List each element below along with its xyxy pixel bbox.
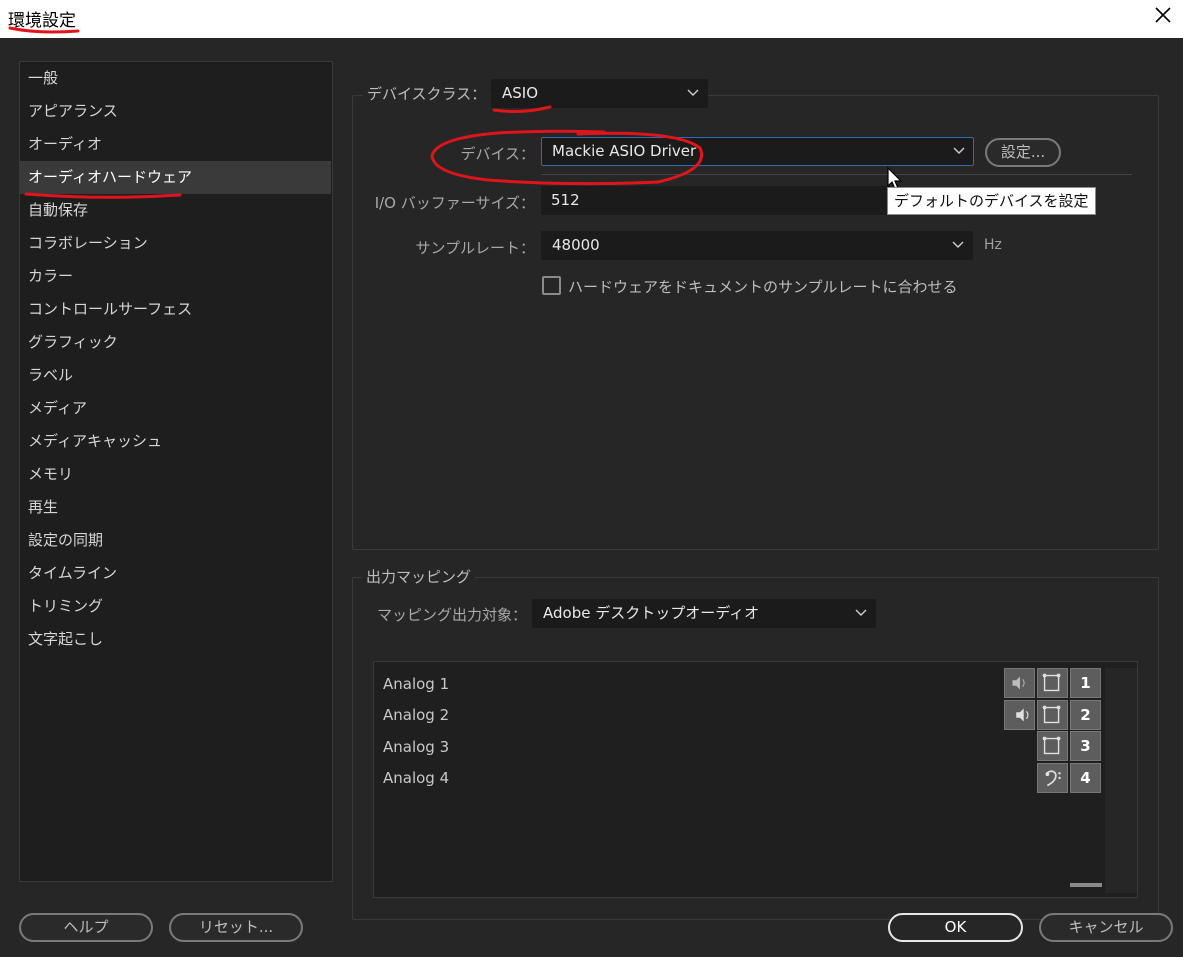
device-dropdown[interactable]: Mackie ASIO Driver xyxy=(541,137,974,166)
sidebar-item-auto-save[interactable]: 自動保存 xyxy=(20,194,331,227)
list-item[interactable]: Analog 1 xyxy=(383,675,449,693)
device-label: デバイス： xyxy=(460,145,535,163)
sidebar-item-media[interactable]: メディア xyxy=(20,392,331,425)
sidebar-item-collaboration[interactable]: コラボレーション xyxy=(20,227,331,260)
scrollbar-thumb[interactable] xyxy=(1070,883,1102,887)
sample-rate-unit: Hz xyxy=(984,237,1002,253)
sidebar-item-transcription[interactable]: 文字起こし xyxy=(20,623,331,656)
sidebar-item-trimming[interactable]: トリミング xyxy=(20,590,331,623)
device-class-label: デバイスクラス： xyxy=(363,83,491,104)
close-icon[interactable] xyxy=(1151,3,1175,27)
help-button[interactable]: ヘルプ xyxy=(19,913,153,942)
device-settings-button[interactable]: 設定... xyxy=(985,138,1061,167)
sidebar-item-appearance[interactable]: アピアランス xyxy=(20,95,331,128)
chevron-down-icon xyxy=(855,609,867,616)
channel-number-button[interactable]: 3 xyxy=(1070,731,1101,761)
sample-rate-value: 48000 xyxy=(552,236,600,254)
speaker-left-icon[interactable] xyxy=(1004,668,1035,698)
mapping-target-label: マッピング出力対象： xyxy=(376,606,527,624)
output-mapping-list: Analog 1 Analog 2 Analog 3 Analog 4 1 2 … xyxy=(373,661,1138,898)
device-class-dropdown[interactable]: ASIO xyxy=(491,79,708,108)
title-bar: 環境設定 xyxy=(0,0,1183,38)
buffer-size-field[interactable]: 512 xyxy=(541,186,891,215)
sidebar-item-playback[interactable]: 再生 xyxy=(20,491,331,524)
speaker-right-icon[interactable] xyxy=(1004,700,1035,730)
chevron-down-icon xyxy=(953,147,965,154)
match-sample-rate-label: ハードウェアをドキュメントのサンプルレートに合わせる xyxy=(568,278,958,296)
window-title: 環境設定 xyxy=(8,11,76,31)
bass-clef-icon[interactable] xyxy=(1037,763,1068,793)
sample-rate-dropdown[interactable]: 48000 xyxy=(541,231,973,260)
reset-button[interactable]: リセット... xyxy=(169,913,303,942)
sidebar-item-control-surface[interactable]: コントロールサーフェス xyxy=(20,293,331,326)
preferences-category-list: 一般 アピアランス オーディオ オーディオハードウェア 自動保存 コラボレーショ… xyxy=(19,61,333,882)
sidebar-item-labels[interactable]: ラベル xyxy=(20,359,331,392)
sidebar-item-media-cache[interactable]: メディアキャッシュ xyxy=(20,425,331,458)
chevron-down-icon xyxy=(952,241,964,248)
sidebar-item-memory[interactable]: メモリ xyxy=(20,458,331,491)
channel-frame-icon[interactable] xyxy=(1037,668,1068,698)
device-value: Mackie ASIO Driver xyxy=(552,142,697,160)
channel-frame-icon[interactable] xyxy=(1037,700,1068,730)
ok-button[interactable]: OK xyxy=(888,913,1023,942)
channel-number-button[interactable]: 2 xyxy=(1070,700,1101,730)
cancel-button[interactable]: キャンセル xyxy=(1039,913,1173,942)
list-item[interactable]: Analog 2 xyxy=(383,706,449,724)
buffer-size-label: I/O バッファーサイズ： xyxy=(374,194,535,212)
sidebar-item-audio[interactable]: オーディオ xyxy=(20,128,331,161)
separator-line xyxy=(541,174,1132,175)
sample-rate-label: サンプルレート： xyxy=(415,239,535,257)
sidebar-item-general[interactable]: 一般 xyxy=(20,62,331,95)
sidebar-item-sync-settings[interactable]: 設定の同期 xyxy=(20,524,331,557)
list-item[interactable]: Analog 4 xyxy=(383,769,449,787)
sidebar-item-color[interactable]: カラー xyxy=(20,260,331,293)
sidebar-item-graphics[interactable]: グラフィック xyxy=(20,326,331,359)
sidebar-item-timeline[interactable]: タイムライン xyxy=(20,557,331,590)
channel-number-button[interactable]: 4 xyxy=(1070,763,1101,793)
channel-number-button[interactable]: 1 xyxy=(1070,668,1101,698)
sidebar-item-audio-hardware[interactable]: オーディオハードウェア xyxy=(20,161,331,194)
device-class-value: ASIO xyxy=(502,84,539,102)
chevron-down-icon xyxy=(687,89,699,96)
output-mapping-legend: 出力マッピング xyxy=(362,566,476,587)
mapping-target-dropdown[interactable]: Adobe デスクトップオーディオ xyxy=(532,599,876,628)
match-sample-rate-checkbox[interactable] xyxy=(542,276,561,295)
tooltip: デフォルトのデバイスを設定 xyxy=(887,187,1096,215)
scrollbar-track[interactable] xyxy=(1105,668,1137,893)
channel-frame-icon[interactable] xyxy=(1037,731,1068,761)
list-item[interactable]: Analog 3 xyxy=(383,738,449,756)
mapping-target-value: Adobe デスクトップオーディオ xyxy=(543,604,760,622)
